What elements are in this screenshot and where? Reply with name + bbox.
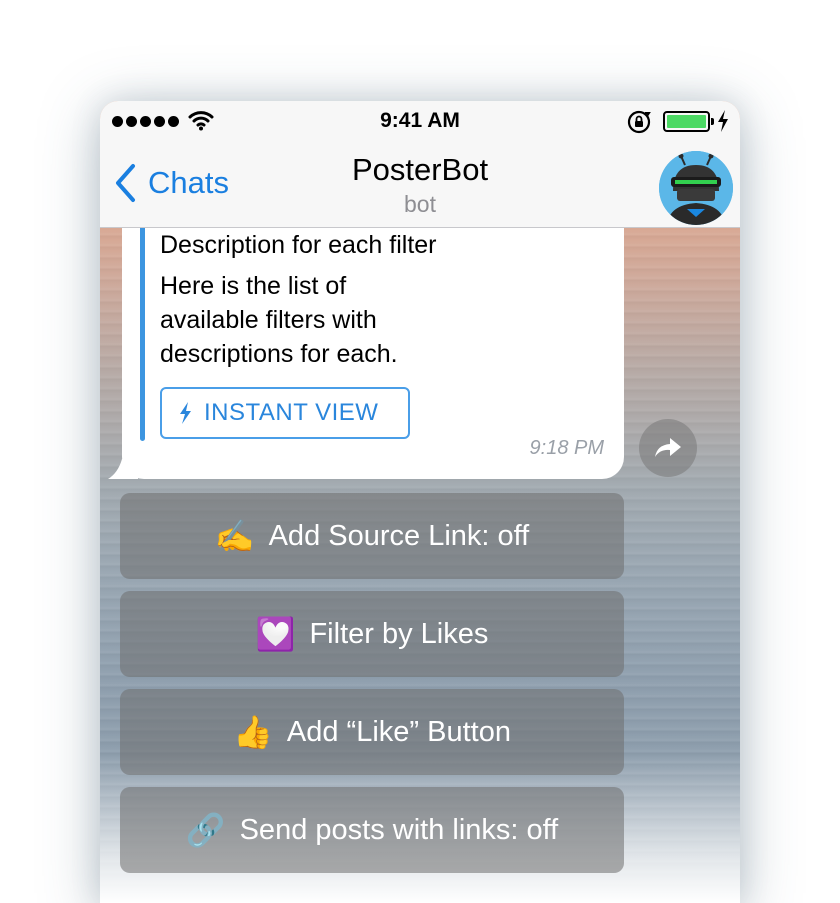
quote-bar	[140, 211, 145, 441]
keyboard-button-add-source-link[interactable]: ✍️ Add Source Link: off	[120, 493, 624, 579]
link-preview-title: Description for each filter	[160, 231, 437, 259]
phone-screen: 9:41 AM Chats PosterBot bot Description …	[100, 101, 740, 903]
lightning-icon	[180, 402, 191, 424]
link-icon: 🔗	[185, 811, 226, 849]
keyboard-button-filter-by-likes[interactable]: 💟 Filter by Likes	[120, 591, 624, 677]
link-preview-text: Here is the list of available filters wi…	[160, 272, 398, 368]
keyboard-button-label: Add Source Link: off	[268, 519, 530, 552]
keyboard-button-add-like-button[interactable]: 👍 Add “Like” Button	[120, 689, 624, 775]
keyboard-button-label: Add “Like” Button	[286, 715, 511, 748]
status-bar: 9:41 AM	[100, 101, 740, 141]
keyboard-button-send-posts-with-links[interactable]: 🔗 Send posts with links: off	[120, 787, 624, 873]
keyboard-button-label: Filter by Likes	[309, 617, 489, 650]
rotation-lock-icon	[627, 110, 651, 134]
share-arrow-icon	[655, 438, 681, 457]
heart-decoration-icon: 💟	[255, 615, 296, 653]
instant-view-label: INSTANT VIEW	[204, 399, 379, 426]
writing-hand-icon: ✍️	[214, 517, 255, 555]
charging-bolt-icon	[718, 110, 728, 132]
message-bubble: Description for each filter Here is the …	[122, 211, 624, 479]
share-button[interactable]	[639, 419, 697, 477]
battery-fill	[667, 115, 706, 128]
chat-subtitle: bot	[404, 191, 436, 217]
battery-icon	[663, 111, 714, 132]
bot-avatar[interactable]	[659, 151, 733, 225]
nav-bar: Chats PosterBot bot	[100, 141, 740, 228]
chat-title: PosterBot	[351, 152, 489, 187]
robot-icon	[659, 151, 733, 225]
keyboard-button-label: Send posts with links: off	[239, 813, 559, 846]
message-time: 9:18 PM	[529, 437, 604, 459]
instant-view-button[interactable]: INSTANT VIEW	[160, 387, 410, 439]
thumbs-up-icon: 👍	[233, 713, 273, 751]
